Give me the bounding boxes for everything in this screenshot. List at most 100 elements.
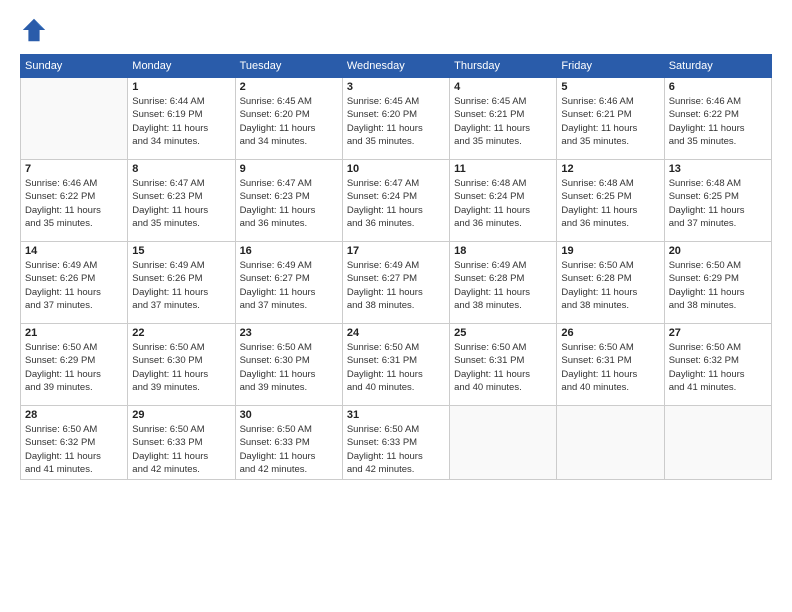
calendar-cell: 2Sunrise: 6:45 AMSunset: 6:20 PMDaylight… [235, 78, 342, 160]
day-info: Sunrise: 6:50 AMSunset: 6:30 PMDaylight:… [132, 341, 230, 394]
day-number: 28 [25, 409, 123, 421]
day-number: 26 [561, 327, 659, 339]
day-info: Sunrise: 6:50 AMSunset: 6:32 PMDaylight:… [25, 423, 123, 476]
calendar-cell: 16 Sunrise: 6:49 AMSunset: 6:27 PMDayligh… [235, 242, 342, 324]
calendar-week-4: 21 Sunrise: 6:50 AMSunset: 6:29 PMDayligh… [21, 324, 772, 406]
day-number: 18 [454, 245, 552, 257]
weekday-header-monday: Monday [128, 55, 235, 78]
calendar-week-3: 14 Sunrise: 6:49 AMSunset: 6:26 PMDayligh… [21, 242, 772, 324]
day-info: Sunrise: 6:50 AMSunset: 6:32 PMDaylight:… [669, 341, 767, 394]
calendar-cell: 30 Sunrise: 6:50 AMSunset: 6:33 PMDayligh… [235, 406, 342, 480]
day-info: Sunrise: 6:47 AMSunset: 6:23 PMDaylight:… [240, 177, 338, 230]
calendar-cell: 4 Sunrise: 6:45 AMSunset: 6:21 PMDaylight… [450, 78, 557, 160]
calendar-cell: 15 Sunrise: 6:49 AMSunset: 6:26 PMDayligh… [128, 242, 235, 324]
logo-icon [20, 16, 48, 44]
day-number: 27 [669, 327, 767, 339]
day-number: 8 [132, 163, 230, 175]
day-info: Sunrise: 6:50 AMSunset: 6:31 PMDaylight:… [454, 341, 552, 394]
day-number: 10 [347, 163, 445, 175]
day-info: Sunrise: 6:47 AMSunset: 6:23 PMDaylight:… [132, 177, 230, 230]
day-number: 16 [240, 245, 338, 257]
day-number: 15 [132, 245, 230, 257]
day-info: Sunrise: 6:48 AMSunset: 6:25 PMDaylight:… [561, 177, 659, 230]
day-number: 29 [132, 409, 230, 421]
day-info: Sunrise: 6:48 AMSunset: 6:25 PMDaylight:… [669, 177, 767, 230]
calendar-cell: 20 Sunrise: 6:50 AMSunset: 6:29 PMDayligh… [664, 242, 771, 324]
day-info: Sunrise: 6:50 AMSunset: 6:29 PMDaylight:… [25, 341, 123, 394]
calendar-week-1: 1Sunrise: 6:44 AMSunset: 6:19 PMDaylight… [21, 78, 772, 160]
calendar-cell: 11 Sunrise: 6:48 AMSunset: 6:24 PMDayligh… [450, 160, 557, 242]
day-number: 12 [561, 163, 659, 175]
weekday-header-row: SundayMondayTuesdayWednesdayThursdayFrid… [21, 55, 772, 78]
day-number: 11 [454, 163, 552, 175]
calendar-cell: 5Sunrise: 6:46 AMSunset: 6:21 PMDaylight… [557, 78, 664, 160]
weekday-header-thursday: Thursday [450, 55, 557, 78]
day-number: 17 [347, 245, 445, 257]
calendar-cell [664, 406, 771, 480]
day-number: 7 [25, 163, 123, 175]
header [20, 16, 772, 44]
calendar-cell: 13 Sunrise: 6:48 AMSunset: 6:25 PMDayligh… [664, 160, 771, 242]
day-info: Sunrise: 6:45 AMSunset: 6:21 PMDaylight:… [454, 95, 552, 148]
calendar: SundayMondayTuesdayWednesdayThursdayFrid… [20, 54, 772, 480]
calendar-cell: 28 Sunrise: 6:50 AMSunset: 6:32 PMDayligh… [21, 406, 128, 480]
day-number: 4 [454, 81, 552, 93]
calendar-cell: 25 Sunrise: 6:50 AMSunset: 6:31 PMDayligh… [450, 324, 557, 406]
calendar-cell: 24 Sunrise: 6:50 AMSunset: 6:31 PMDayligh… [342, 324, 449, 406]
day-info: Sunrise: 6:50 AMSunset: 6:31 PMDaylight:… [347, 341, 445, 394]
day-number: 1 [132, 81, 230, 93]
calendar-cell: 6Sunrise: 6:46 AMSunset: 6:22 PMDaylight… [664, 78, 771, 160]
calendar-cell: 8 Sunrise: 6:47 AMSunset: 6:23 PMDaylight… [128, 160, 235, 242]
weekday-header-wednesday: Wednesday [342, 55, 449, 78]
calendar-cell: 23 Sunrise: 6:50 AMSunset: 6:30 PMDayligh… [235, 324, 342, 406]
day-number: 23 [240, 327, 338, 339]
day-number: 14 [25, 245, 123, 257]
calendar-cell: 14 Sunrise: 6:49 AMSunset: 6:26 PMDayligh… [21, 242, 128, 324]
day-info: Sunrise: 6:48 AMSunset: 6:24 PMDaylight:… [454, 177, 552, 230]
calendar-cell: 7 Sunrise: 6:46 AMSunset: 6:22 PMDaylight… [21, 160, 128, 242]
weekday-header-saturday: Saturday [664, 55, 771, 78]
calendar-cell [557, 406, 664, 480]
day-info: Sunrise: 6:49 AMSunset: 6:26 PMDaylight:… [25, 259, 123, 312]
calendar-cell: 12 Sunrise: 6:48 AMSunset: 6:25 PMDayligh… [557, 160, 664, 242]
calendar-cell: 17Sunrise: 6:49 AMSunset: 6:27 PMDayligh… [342, 242, 449, 324]
day-info: Sunrise: 6:49 AMSunset: 6:28 PMDaylight:… [454, 259, 552, 312]
calendar-cell: 22Sunrise: 6:50 AMSunset: 6:30 PMDayligh… [128, 324, 235, 406]
calendar-cell: 3 Sunrise: 6:45 AMSunset: 6:20 PMDaylight… [342, 78, 449, 160]
page: SundayMondayTuesdayWednesdayThursdayFrid… [0, 0, 792, 612]
day-number: 24 [347, 327, 445, 339]
day-info: Sunrise: 6:49 AMSunset: 6:26 PMDaylight:… [132, 259, 230, 312]
day-number: 31 [347, 409, 445, 421]
day-number: 21 [25, 327, 123, 339]
calendar-cell: 19 Sunrise: 6:50 AMSunset: 6:28 PMDayligh… [557, 242, 664, 324]
calendar-cell: 9 Sunrise: 6:47 AMSunset: 6:23 PMDaylight… [235, 160, 342, 242]
weekday-header-friday: Friday [557, 55, 664, 78]
day-info: Sunrise: 6:50 AMSunset: 6:28 PMDaylight:… [561, 259, 659, 312]
calendar-cell [21, 78, 128, 160]
day-number: 13 [669, 163, 767, 175]
day-info: Sunrise: 6:50 AMSunset: 6:29 PMDaylight:… [669, 259, 767, 312]
calendar-cell: 10 Sunrise: 6:47 AMSunset: 6:24 PMDayligh… [342, 160, 449, 242]
day-info: Sunrise: 6:46 AMSunset: 6:22 PMDaylight:… [25, 177, 123, 230]
calendar-cell [450, 406, 557, 480]
day-number: 3 [347, 81, 445, 93]
day-info: Sunrise: 6:50 AMSunset: 6:33 PMDaylight:… [347, 423, 445, 476]
day-info: Sunrise: 6:49 AMSunset: 6:27 PMDaylight:… [240, 259, 338, 312]
day-info: Sunrise: 6:50 AMSunset: 6:33 PMDaylight:… [240, 423, 338, 476]
calendar-cell: 26 Sunrise: 6:50 AMSunset: 6:31 PMDayligh… [557, 324, 664, 406]
day-info: Sunrise: 6:45 AMSunset: 6:20 PMDaylight:… [347, 95, 445, 148]
day-number: 30 [240, 409, 338, 421]
day-number: 19 [561, 245, 659, 257]
day-info: Sunrise: 6:50 AMSunset: 6:31 PMDaylight:… [561, 341, 659, 394]
day-number: 9 [240, 163, 338, 175]
calendar-week-2: 7 Sunrise: 6:46 AMSunset: 6:22 PMDaylight… [21, 160, 772, 242]
day-info: Sunrise: 6:50 AMSunset: 6:30 PMDaylight:… [240, 341, 338, 394]
calendar-cell: 21 Sunrise: 6:50 AMSunset: 6:29 PMDayligh… [21, 324, 128, 406]
day-number: 6 [669, 81, 767, 93]
calendar-cell: 27 Sunrise: 6:50 AMSunset: 6:32 PMDayligh… [664, 324, 771, 406]
day-number: 20 [669, 245, 767, 257]
calendar-cell: 31 Sunrise: 6:50 AMSunset: 6:33 PMDayligh… [342, 406, 449, 480]
day-info: Sunrise: 6:47 AMSunset: 6:24 PMDaylight:… [347, 177, 445, 230]
day-info: Sunrise: 6:50 AMSunset: 6:33 PMDaylight:… [132, 423, 230, 476]
day-number: 25 [454, 327, 552, 339]
